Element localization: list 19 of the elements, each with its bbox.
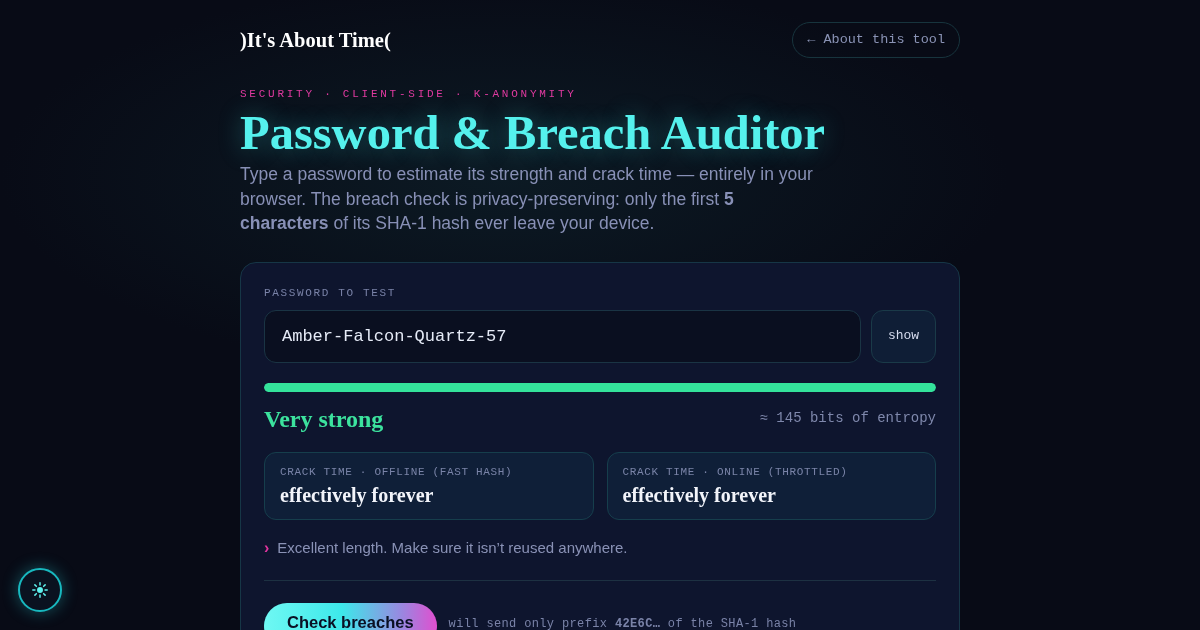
- prefix-note: will send only prefix 42E6C… of the SHA-1 hash: [448, 617, 797, 630]
- password-input[interactable]: Amber-Falcon-Quartz-57: [264, 309, 861, 363]
- crack-time-label: CRACK TIME · ONLINE (THROTTLED): [622, 464, 849, 480]
- crack-time-value: effectively forever: [622, 483, 777, 506]
- tip-text: Excellent length. Make sure it isn’t reused anywhere.: [277, 537, 628, 558]
- show-button[interactable]: show: [871, 309, 936, 363]
- check-breaches-button[interactable]: Check breaches: [264, 602, 437, 630]
- theme-toggle-button[interactable]: [18, 568, 62, 612]
- strength-label: Very strong: [264, 404, 384, 433]
- crack-time-label: CRACK TIME · OFFLINE (FAST HASH): [280, 464, 514, 480]
- eyebrow-text: SECURITY · CLIENT-SIDE · K-ANONYMITY: [240, 87, 578, 102]
- crack-time-value: effectively forever: [280, 483, 435, 506]
- intro-paragraph: Type a password to estimate its strength and crack time — entirely in your browser. The breach check is privacy-preserving: only the first 5 characters of its SHA-1 hash ever leave your device.: [240, 163, 814, 235]
- field-label: PASSWORD TO TEST: [264, 285, 398, 301]
- page-title: Password & Breach Auditor: [240, 107, 827, 159]
- tip-marker: ›: [264, 537, 270, 558]
- entropy-text: ≈ 145 bits of entropy: [759, 409, 936, 428]
- site-logo[interactable]: )It's About Time(: [240, 24, 391, 56]
- sun-icon: [32, 582, 48, 598]
